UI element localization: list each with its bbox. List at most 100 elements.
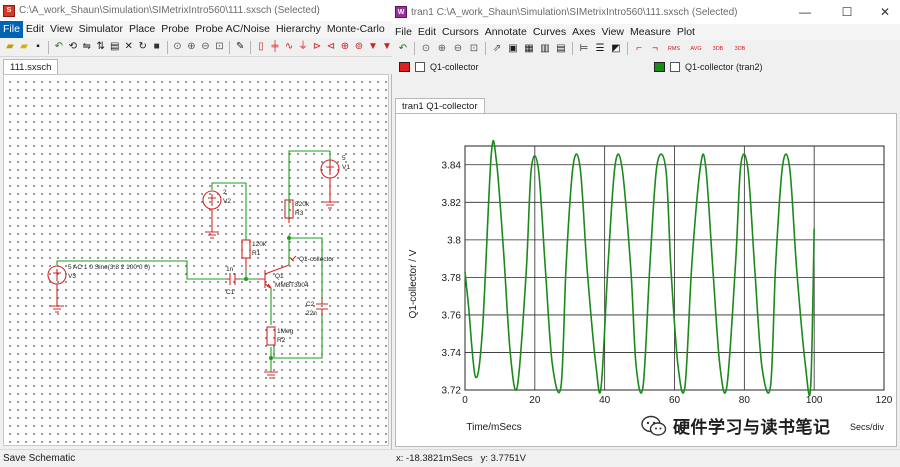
legend-label: Q1-collector (tran2) — [685, 62, 763, 72]
x-tick-label: 120 — [876, 395, 893, 406]
copy-icon[interactable]: ▤ — [110, 41, 120, 53]
q1-model-label: MMBT3904 — [275, 282, 309, 289]
zoom-out-icon[interactable]: ⊖ — [452, 43, 464, 55]
menu-simulator[interactable]: Simulator — [76, 21, 126, 38]
menu-view[interactable]: View — [47, 21, 76, 38]
schematic-canvas[interactable]: 5 AC 1 0 Sine(3.8 2 100 0 0) V3 2 V2 5 V… — [3, 74, 389, 446]
r3-name-label: R3 — [295, 210, 304, 217]
cursor-x-readout: x: -18.3821mSecs — [396, 453, 473, 464]
waveform-titlebar[interactable]: W tran1 C:\A_work_Shaun\Simulation\SIMet… — [392, 0, 900, 24]
menu-axes[interactable]: Axes — [569, 24, 598, 41]
tab-tran1-q1-collector[interactable]: tran1 Q1-collector — [395, 98, 485, 114]
redo-icon[interactable]: ↻ — [138, 41, 148, 53]
menu-curves[interactable]: Curves — [530, 24, 569, 41]
menu-place[interactable]: Place — [126, 21, 158, 38]
zoom-out-icon[interactable]: ⊖ — [200, 41, 210, 53]
wire-pencil-icon[interactable]: ✎ — [235, 41, 245, 53]
schematic-menubar: File Edit View Simulator Place Probe Pro… — [0, 21, 392, 38]
rms-button[interactable]: RMS — [665, 43, 683, 55]
toolbar-divider — [627, 42, 628, 55]
r2-resistor-symbol[interactable] — [266, 326, 276, 346]
stack-icon[interactable]: ⊨ — [578, 43, 590, 55]
zoom-in-icon[interactable]: ⊕ — [186, 41, 196, 53]
c1-name-label: C1 — [226, 289, 235, 296]
undo-icon[interactable]: ↶ — [54, 41, 64, 53]
menu-annotate[interactable]: Annotate — [482, 24, 530, 41]
cursor-icon[interactable]: ⇗ — [491, 43, 503, 55]
zoom-box-icon[interactable]: ⊡ — [468, 43, 480, 55]
new-folder-icon[interactable]: ▰ — [19, 41, 29, 53]
plot-icon[interactable]: ▦ — [523, 43, 535, 55]
wires — [56, 150, 331, 372]
zoom-in-icon[interactable]: ⊕ — [436, 43, 448, 55]
c2-value-label: 22n — [306, 310, 317, 317]
axis-icon[interactable]: ▥ — [539, 43, 551, 55]
capacitor-icon[interactable]: ╪ — [270, 41, 280, 53]
cut-icon[interactable]: ✕ — [124, 41, 134, 53]
menu-cursors[interactable]: Cursors — [439, 24, 482, 41]
legend-checkbox[interactable] — [415, 62, 425, 72]
close-icon[interactable]: ✕ — [870, 0, 900, 24]
legend-checkbox[interactable] — [670, 62, 680, 72]
legend-icon[interactable]: ☰ — [594, 43, 606, 55]
rise-icon[interactable]: ⌐ — [633, 43, 645, 55]
v2-plus-icon — [208, 194, 216, 206]
minimize-icon[interactable]: — — [790, 0, 820, 24]
diode-icon[interactable]: ▼ — [368, 41, 378, 53]
legend-item-q1-collector[interactable]: Q1-collector — [399, 60, 479, 74]
y-tick-label: 3.84 — [442, 160, 462, 171]
v3-value-label: 5 AC 1 0 Sine(3.8 2 100 0 0) — [68, 264, 150, 271]
current-source-icon[interactable]: ⊚ — [354, 41, 364, 53]
bjt-npn-icon[interactable]: ⊳ — [312, 41, 322, 53]
ground-icon[interactable]: ⏚ — [298, 41, 308, 53]
r1-resistor-symbol[interactable] — [241, 239, 251, 259]
mirror-icon[interactable]: ⇋ — [82, 41, 92, 53]
save-icon[interactable]: ▪ — [33, 41, 43, 53]
menu-file[interactable]: File — [392, 24, 415, 41]
resistor-icon[interactable]: ▯ — [256, 41, 266, 53]
undo-icon[interactable]: ↶ — [397, 43, 409, 55]
tab-111-sxsch[interactable]: 111.sxsch — [3, 59, 59, 75]
menu-edit[interactable]: Edit — [415, 24, 439, 41]
zener-icon[interactable]: ▼ — [382, 41, 392, 53]
3db-button-2[interactable]: 3DB — [731, 43, 749, 55]
delete-icon[interactable]: ■ — [152, 41, 162, 53]
maximize-icon[interactable]: ☐ — [832, 0, 862, 24]
schematic-drawing: 5 AC 1 0 Sine(3.8 2 100 0 0) V3 2 V2 5 V… — [47, 150, 350, 379]
red-swatch — [399, 62, 410, 72]
zoom-fit-icon[interactable]: ⊙ — [172, 41, 182, 53]
flip-icon[interactable]: ⇅ — [96, 41, 106, 53]
voltage-source-icon[interactable]: ⊕ — [340, 41, 350, 53]
open-folder-icon[interactable]: ▰ — [5, 41, 15, 53]
menu-measure[interactable]: Measure — [627, 24, 674, 41]
c1-capacitor-symbol[interactable] — [226, 273, 240, 285]
schematic-tabstrip: 111.sxsch — [0, 57, 392, 75]
bjt-pnp-icon[interactable]: ⊲ — [326, 41, 336, 53]
inductor-icon[interactable]: ∿ — [284, 41, 294, 53]
zoom-box-icon[interactable]: ⊡ — [214, 41, 224, 53]
menu-monte-carlo[interactable]: Monte-Carlo — [324, 21, 388, 38]
menu-probe[interactable]: Probe — [158, 21, 192, 38]
zoom-fit-icon[interactable]: ⊙ — [420, 43, 432, 55]
avg-button[interactable]: AVG — [687, 43, 705, 55]
toolbar-divider — [47, 40, 49, 54]
rotate-icon[interactable]: ⟲ — [68, 41, 78, 53]
menu-edit[interactable]: Edit — [23, 21, 47, 38]
schematic-window: S C:\A_work_Shaun\Simulation\SIMetrixInt… — [0, 0, 392, 467]
menu-hierarchy[interactable]: Hierarchy — [273, 21, 324, 38]
curve-copy-icon[interactable]: ▣ — [507, 43, 519, 55]
fall-icon[interactable]: ¬ — [649, 43, 661, 55]
c2-capacitor-symbol[interactable] — [316, 300, 328, 316]
junction-emitter — [269, 356, 273, 360]
3db-button[interactable]: 3DB — [709, 43, 727, 55]
chart-icon[interactable]: ◩ — [610, 43, 622, 55]
menu-file[interactable]: File — [0, 21, 23, 38]
plot-area[interactable]: 0 20 40 60 80 100 120 3.72 3.74 3.76 3.78 3.8 3.82 3.… — [395, 113, 897, 447]
green-swatch — [654, 62, 665, 72]
new-graph-icon[interactable]: ▤ — [555, 43, 567, 55]
menu-plot[interactable]: Plot — [674, 24, 698, 41]
menu-view[interactable]: View — [598, 24, 627, 41]
legend-item-q1-collector-tran2[interactable]: Q1-collector (tran2) — [654, 60, 763, 74]
schematic-titlebar[interactable]: S C:\A_work_Shaun\Simulation\SIMetrixInt… — [0, 0, 392, 21]
menu-probe-ac-noise[interactable]: Probe AC/Noise — [192, 21, 273, 38]
